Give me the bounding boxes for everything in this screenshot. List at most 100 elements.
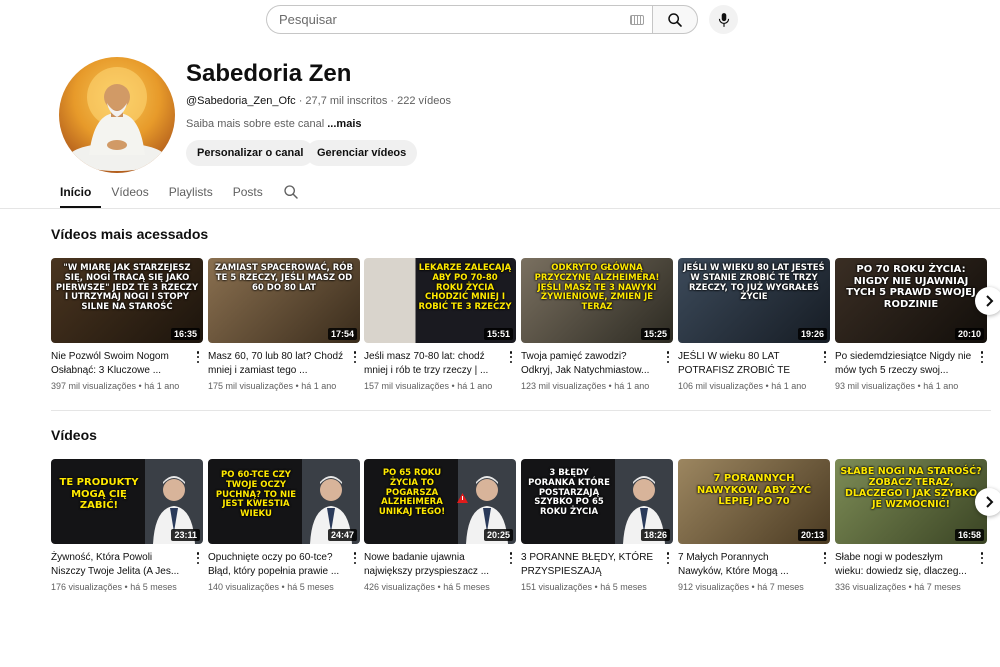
tab-playlists[interactable]: Playlists: [159, 181, 223, 207]
more-options-icon[interactable]: [977, 351, 987, 363]
video-card[interactable]: 7 porannych nawyków, aby żyć lepiej po 7…: [678, 459, 830, 592]
view-count: 336 visualizações: [835, 582, 907, 592]
about-text: Saiba mais sobre este canal: [186, 118, 328, 130]
view-count: 140 visualizações: [208, 582, 280, 592]
video-thumbnail[interactable]: Te produkty mogą cię zabić! 23:11: [51, 459, 203, 544]
more-options-icon[interactable]: [977, 552, 987, 564]
search-icon: [668, 12, 682, 27]
video-title[interactable]: JEŚLI W wieku 80 LAT POTRAFISZ ZROBIĆ TE…: [678, 350, 830, 378]
upload-age: há 1 ano: [457, 381, 493, 391]
tabs-divider: [0, 208, 1000, 209]
more-options-icon[interactable]: [506, 351, 516, 363]
video-card[interactable]: Po 70 roku życia: nigdy nie ujawniaj tyc…: [835, 258, 987, 391]
thumbnail-text: Jeśli w wieku 80 lat jesteś w stanie zro…: [683, 263, 825, 303]
keyboard-icon[interactable]: [630, 15, 644, 25]
video-stats: 176 visualizações • há 5 meses: [51, 582, 177, 592]
video-card[interactable]: Słabe nogi na starość? Zobacz teraz, dla…: [835, 459, 987, 592]
video-duration: 15:51: [483, 328, 513, 340]
video-thumbnail[interactable]: Słabe nogi na starość? Zobacz teraz, dla…: [835, 459, 987, 544]
video-stats: 426 visualizações • há 5 meses: [364, 582, 490, 592]
channel-search-button[interactable]: [283, 184, 299, 205]
tab-videos[interactable]: Vídeos: [101, 181, 158, 207]
thumbnail-text: Słabe nogi na starość? Zobacz teraz, dla…: [840, 466, 982, 510]
more-options-icon[interactable]: [193, 351, 203, 363]
video-title[interactable]: Twoja pamięć zawodzi? Odkryj, Jak Natych…: [521, 350, 673, 378]
video-thumbnail[interactable]: 3 błędy poranka które postarzają szybko …: [521, 459, 673, 544]
channel-avatar[interactable]: [59, 57, 175, 173]
video-title[interactable]: Jeśli masz 70-80 lat: chodź mniej i rób …: [364, 350, 516, 378]
more-options-icon[interactable]: [663, 351, 673, 363]
upload-age: há 1 ano: [301, 381, 337, 391]
video-stats: 336 visualizações • há 7 meses: [835, 582, 961, 592]
video-duration: 20:10: [954, 328, 984, 340]
video-title[interactable]: Nie Pozwól Swoim Nogom Osłabnąć: 3 Klucz…: [51, 350, 203, 378]
video-card[interactable]: Jeśli w wieku 80 lat jesteś w stanie zro…: [678, 258, 830, 391]
search-input[interactable]: Pesquisar: [266, 5, 652, 34]
video-card[interactable]: Te produkty mogą cię zabić! 23:11 Żywnoś…: [51, 459, 203, 592]
popular-section-title: Vídeos mais acessados: [51, 226, 209, 242]
video-stats: 106 mil visualizações • há 1 ano: [678, 381, 807, 391]
video-title[interactable]: Słabe nogi w podeszłym wieku: dowiedz si…: [835, 551, 987, 579]
view-count: 157 mil visualizações: [364, 381, 450, 391]
video-card[interactable]: Po 60-tce czy twoje oczy puchną? To nie …: [208, 459, 360, 592]
carousel-next-button[interactable]: [975, 488, 1000, 516]
search-button[interactable]: [652, 5, 698, 34]
upload-age: há 1 ano: [614, 381, 650, 391]
video-thumbnail[interactable]: Zamiast spacerować, rób te 5 rzeczy, jeś…: [208, 258, 360, 343]
video-card[interactable]: Odkryto główną przyczynę Alzheimera! Jeś…: [521, 258, 673, 391]
video-card[interactable]: 3 błędy poranka które postarzają szybko …: [521, 459, 673, 592]
warning-icon: [457, 493, 468, 503]
view-count: 151 visualizações: [521, 582, 593, 592]
more-options-icon[interactable]: [820, 351, 830, 363]
video-stats: 151 visualizações • há 5 meses: [521, 582, 647, 592]
tab-home[interactable]: Início: [50, 181, 102, 208]
video-thumbnail[interactable]: Po 60-tce czy twoje oczy puchną? To nie …: [208, 459, 360, 544]
video-title[interactable]: Żywność, Która Powoli Niszczy Twoje Jeli…: [51, 551, 203, 579]
upload-age: há 7 meses: [757, 582, 804, 592]
video-title[interactable]: 3 PORANNE BŁĘDY, KTÓRE PRZYSPIESZAJĄ STA…: [521, 551, 673, 579]
thumbnail-text: Te produkty mogą cię zabić!: [59, 477, 139, 511]
video-card[interactable]: Zamiast spacerować, rób te 5 rzeczy, jeś…: [208, 258, 360, 391]
video-title[interactable]: Po siedemdziesiątce Nigdy nie mów tych 5…: [835, 350, 987, 378]
search-icon: [284, 185, 298, 199]
upload-age: há 7 meses: [914, 582, 961, 592]
more-options-icon[interactable]: [350, 552, 360, 564]
subscriber-count: 27,7 mil inscritos: [305, 95, 388, 107]
upload-age: há 1 ano: [144, 381, 180, 391]
search-placeholder: Pesquisar: [279, 12, 337, 27]
more-options-icon[interactable]: [350, 351, 360, 363]
tab-posts[interactable]: Posts: [223, 181, 273, 207]
voice-search-button[interactable]: [709, 5, 738, 34]
video-title[interactable]: Nowe badanie ujawnia największy przyspie…: [364, 551, 516, 579]
video-title[interactable]: Opuchnięte oczy po 60-tce? Błąd, który p…: [208, 551, 360, 579]
video-title[interactable]: 7 Małych Porannych Nawyków, Które Mogą .…: [678, 551, 830, 579]
video-thumbnail[interactable]: Odkryto główną przyczynę Alzheimera! Jeś…: [521, 258, 673, 343]
video-thumbnail[interactable]: 7 porannych nawyków, aby żyć lepiej po 7…: [678, 459, 830, 544]
manage-videos-button[interactable]: Gerenciar vídeos: [306, 140, 418, 166]
thumbnail-text: Po 60-tce czy twoje oczy puchną? To nie …: [215, 470, 297, 520]
thumbnail-text: 7 porannych nawyków, aby żyć lepiej po 7…: [696, 473, 812, 507]
video-card[interactable]: Po 65 roku życia to pogarsza Alzheimera …: [364, 459, 516, 592]
video-title[interactable]: Masz 60, 70 lub 80 lat? Chodź mniej i za…: [208, 350, 360, 378]
video-thumbnail[interactable]: Po 65 roku życia to pogarsza Alzheimera …: [364, 459, 516, 544]
thumbnail-text: 3 błędy poranka które postarzają szybko …: [528, 468, 610, 518]
channel-about-link[interactable]: Saiba mais sobre este canal ...mais: [186, 118, 362, 130]
chevron-right-icon: [986, 496, 994, 508]
channel-meta: @Sabedoria_Zen_Ofc · 27,7 mil inscritos …: [186, 95, 451, 107]
more-options-icon[interactable]: [663, 552, 673, 564]
more-options-icon[interactable]: [820, 552, 830, 564]
view-count: 123 mil visualizações: [521, 381, 607, 391]
customize-channel-button[interactable]: Personalizar o canal: [186, 140, 315, 166]
more-options-icon[interactable]: [193, 552, 203, 564]
thumbnail-text: Lekarze zalecają aby po 70-80 roku życia…: [418, 263, 512, 313]
carousel-next-button[interactable]: [975, 287, 1000, 315]
video-thumbnail[interactable]: Po 70 roku życia: nigdy nie ujawniaj tyc…: [835, 258, 987, 343]
view-count: 93 mil visualizações: [835, 381, 916, 391]
video-card[interactable]: "W miarę jak starzejesz się, nogi tracą …: [51, 258, 203, 391]
video-card[interactable]: Lekarze zalecają aby po 70-80 roku życia…: [364, 258, 516, 391]
video-thumbnail[interactable]: "W miarę jak starzejesz się, nogi tracą …: [51, 258, 203, 343]
video-thumbnail[interactable]: Jeśli w wieku 80 lat jesteś w stanie zro…: [678, 258, 830, 343]
view-count: 176 visualizações: [51, 582, 123, 592]
video-thumbnail[interactable]: Lekarze zalecają aby po 70-80 roku życia…: [364, 258, 516, 343]
more-options-icon[interactable]: [506, 552, 516, 564]
